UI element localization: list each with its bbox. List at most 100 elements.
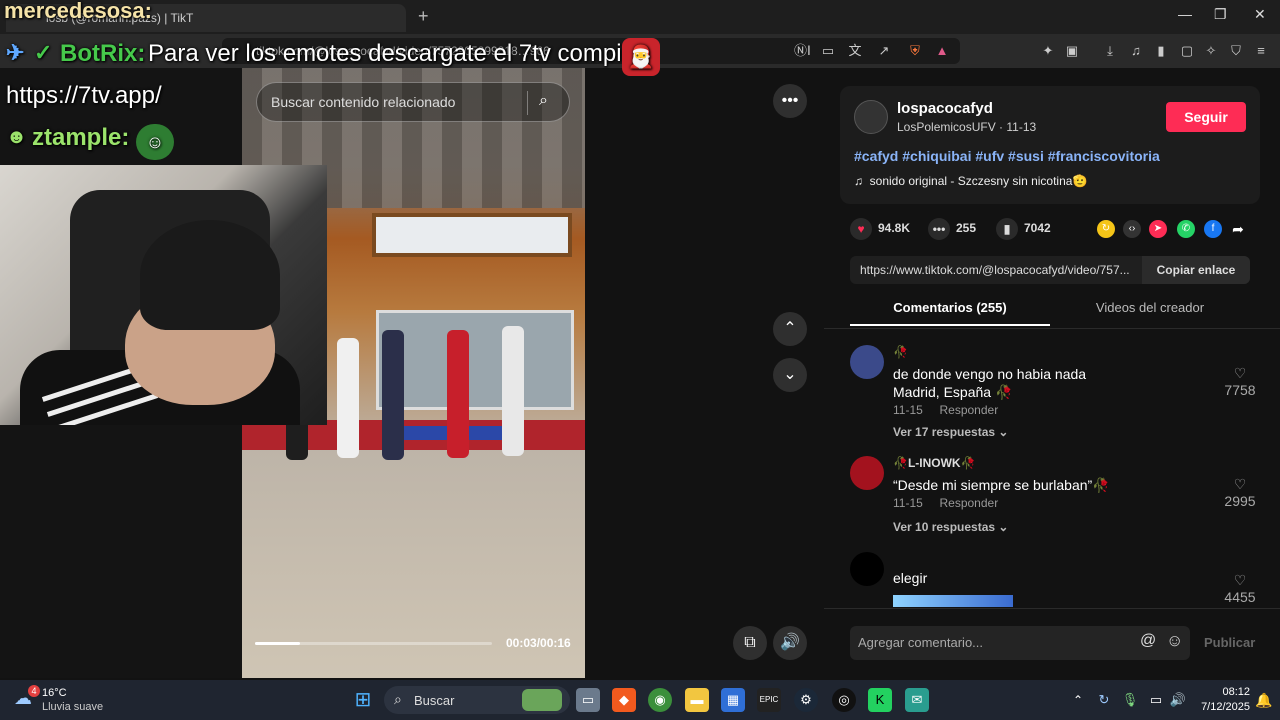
- video-link-text[interactable]: https://www.tiktok.com/@lospacocafyd/vid…: [860, 263, 1140, 277]
- reader-mode-icon[interactable]: ⓃⅠ: [794, 43, 811, 59]
- save-button[interactable]: ▮ 7042: [996, 218, 1051, 240]
- comment-like-button[interactable]: ♡ 4455: [1220, 572, 1260, 605]
- microphone-icon[interactable]: 🎙: [1118, 688, 1142, 712]
- repost-icon[interactable]: ↻: [1097, 220, 1115, 238]
- weather-temp: 16°C: [42, 687, 67, 699]
- sync-icon[interactable]: ↻: [1092, 688, 1116, 712]
- embed-icon[interactable]: ‹›: [1123, 220, 1141, 238]
- chrome-icon[interactable]: ◉: [648, 688, 672, 712]
- task-view-icon[interactable]: ▭: [576, 688, 600, 712]
- share-arrow-icon[interactable]: ➦: [1229, 220, 1247, 238]
- mention-icon[interactable]: @: [1140, 632, 1156, 650]
- windows-taskbar: ☁ 4 16°C Lluvia suave ⊞ ⌕ Buscar ▭ ◆ ◉ ▬…: [0, 680, 1280, 720]
- chat-user-icon: ☻: [6, 126, 28, 148]
- comment-input[interactable]: Agregar comentario... @ ☺: [850, 626, 1190, 660]
- notifications-icon[interactable]: 🔔: [1252, 688, 1276, 712]
- store-icon[interactable]: ▦: [721, 688, 745, 712]
- comment-like-count: 7758: [1224, 382, 1256, 398]
- video-progress-bar[interactable]: [255, 642, 492, 645]
- comment-like-button[interactable]: ♡ 7758: [1220, 365, 1260, 398]
- media-icon[interactable]: ♫: [1128, 43, 1144, 59]
- send-icon[interactable]: ➤: [1149, 220, 1167, 238]
- copy-link-button[interactable]: Copiar enlace: [1142, 256, 1250, 284]
- vpn-icon[interactable]: ⛉: [1228, 43, 1244, 59]
- video-progress-fill: [255, 642, 301, 645]
- close-window-button[interactable]: ✕: [1254, 6, 1266, 23]
- view-replies-button[interactable]: Ver 10 respuestas ⌄: [893, 520, 1008, 534]
- chevron-up-icon[interactable]: ⌃: [1066, 688, 1090, 712]
- panel-icon[interactable]: ▮: [1153, 43, 1169, 59]
- comment-item: 🥀L-INOWK🥀 “Desde mi siempre se burlaban”…: [850, 456, 1260, 546]
- reply-button[interactable]: Responder: [939, 403, 998, 417]
- next-video-button[interactable]: ⌄: [773, 358, 807, 392]
- comment-image[interactable]: [893, 595, 1013, 607]
- ai-icon[interactable]: ✧: [1203, 43, 1219, 59]
- view-replies-button[interactable]: Ver 17 respuestas ⌄: [893, 425, 1008, 439]
- comment-icon: •••: [928, 218, 950, 240]
- extensions-icon[interactable]: ✦: [1040, 43, 1056, 59]
- emoji-icon[interactable]: ☺: [1166, 631, 1183, 651]
- like-button[interactable]: ♥ 94.8K: [850, 218, 910, 240]
- comment-avatar[interactable]: [850, 345, 884, 379]
- epic-games-icon[interactable]: EPIC: [757, 688, 781, 712]
- comment-like-button[interactable]: ♡ 2995: [1220, 476, 1260, 509]
- minimize-button[interactable]: —: [1178, 6, 1192, 22]
- comment-avatar[interactable]: [850, 456, 884, 490]
- search-icon[interactable]: ⌕: [539, 92, 548, 110]
- more-options-button[interactable]: •••: [773, 84, 807, 118]
- rewards-icon[interactable]: ▲: [934, 43, 950, 59]
- obs-icon[interactable]: ◎: [832, 688, 856, 712]
- translate-icon[interactable]: 文: [847, 43, 863, 59]
- whatsapp-icon[interactable]: ✆: [1177, 220, 1195, 238]
- pip-icon[interactable]: ⧉: [733, 626, 767, 660]
- comment-button[interactable]: ••• 255: [928, 218, 976, 240]
- tab-comments[interactable]: Comentarios (255): [850, 294, 1050, 326]
- comment-date: 11-15: [893, 496, 923, 510]
- maximize-button[interactable]: ❐: [1214, 6, 1227, 23]
- windows-start-icon[interactable]: ⊞: [351, 688, 375, 712]
- facebook-icon[interactable]: f: [1204, 220, 1222, 238]
- reply-button[interactable]: Responder: [939, 496, 998, 510]
- related-search-box[interactable]: Buscar contenido relacionado ⌕: [256, 82, 570, 122]
- file-explorer-icon[interactable]: ▬: [685, 688, 709, 712]
- post-hashtags[interactable]: #cafyd #chiquibai #ufv #susi #franciscov…: [854, 148, 1160, 164]
- video-person: [502, 326, 524, 456]
- post-music[interactable]: ♫ sonido original - Szczesny sin nicotin…: [854, 174, 1087, 188]
- wallet-icon[interactable]: ▢: [1179, 43, 1195, 59]
- volume-icon[interactable]: 🔊: [773, 626, 807, 660]
- follow-button[interactable]: Seguir: [1166, 102, 1246, 132]
- bookmark-icon: ▮: [996, 218, 1018, 240]
- cast-icon[interactable]: ▭: [820, 43, 836, 59]
- brave-icon[interactable]: ◆: [612, 688, 636, 712]
- sidebar-icon[interactable]: ▣: [1064, 43, 1080, 59]
- tab-creator-videos[interactable]: Videos del creador: [1050, 294, 1250, 326]
- comment-text: de donde vengo no habia nada Madrid, Esp…: [893, 366, 1087, 400]
- comment-avatar[interactable]: [850, 552, 884, 586]
- share-page-icon[interactable]: ↗: [876, 43, 892, 59]
- pepe-emote-icon: ☺: [136, 124, 174, 160]
- chat-app-icon[interactable]: ✉: [905, 688, 929, 712]
- creator-avatar[interactable]: [854, 100, 888, 134]
- download-icon[interactable]: ⤓: [1102, 43, 1118, 59]
- speaker-icon[interactable]: 🔊: [1166, 688, 1190, 712]
- network-icon[interactable]: ▭: [1144, 688, 1168, 712]
- post-info-card: lospacocafyd LosPolemicosUFV · 11-13 Seg…: [840, 86, 1260, 204]
- clock-time[interactable]: 08:12: [1200, 686, 1250, 698]
- menu-icon[interactable]: ≡: [1253, 43, 1269, 59]
- previous-video-button[interactable]: ⌃: [773, 312, 807, 346]
- clock-date[interactable]: 7/12/2025: [1190, 701, 1250, 713]
- chat-user-ztample: ztample:: [32, 124, 130, 151]
- comment-author[interactable]: 🥀L-INOWK🥀: [893, 456, 976, 470]
- brave-shield-icon[interactable]: ⛨: [907, 43, 923, 59]
- comment-author[interactable]: 🥀: [893, 345, 908, 359]
- new-tab-button[interactable]: +: [418, 6, 429, 27]
- streamer-webcam: [0, 165, 327, 425]
- publish-button[interactable]: Publicar: [1204, 635, 1255, 650]
- comment-like-count: 2995: [1224, 493, 1256, 509]
- creator-username[interactable]: lospacocafyd: [897, 100, 993, 117]
- weather-badge: 4: [28, 685, 40, 697]
- music-note-icon: ♫: [854, 174, 863, 188]
- taskbar-search[interactable]: ⌕ Buscar: [384, 686, 570, 714]
- steam-icon[interactable]: ⚙: [794, 688, 818, 712]
- kick-icon[interactable]: K: [868, 688, 892, 712]
